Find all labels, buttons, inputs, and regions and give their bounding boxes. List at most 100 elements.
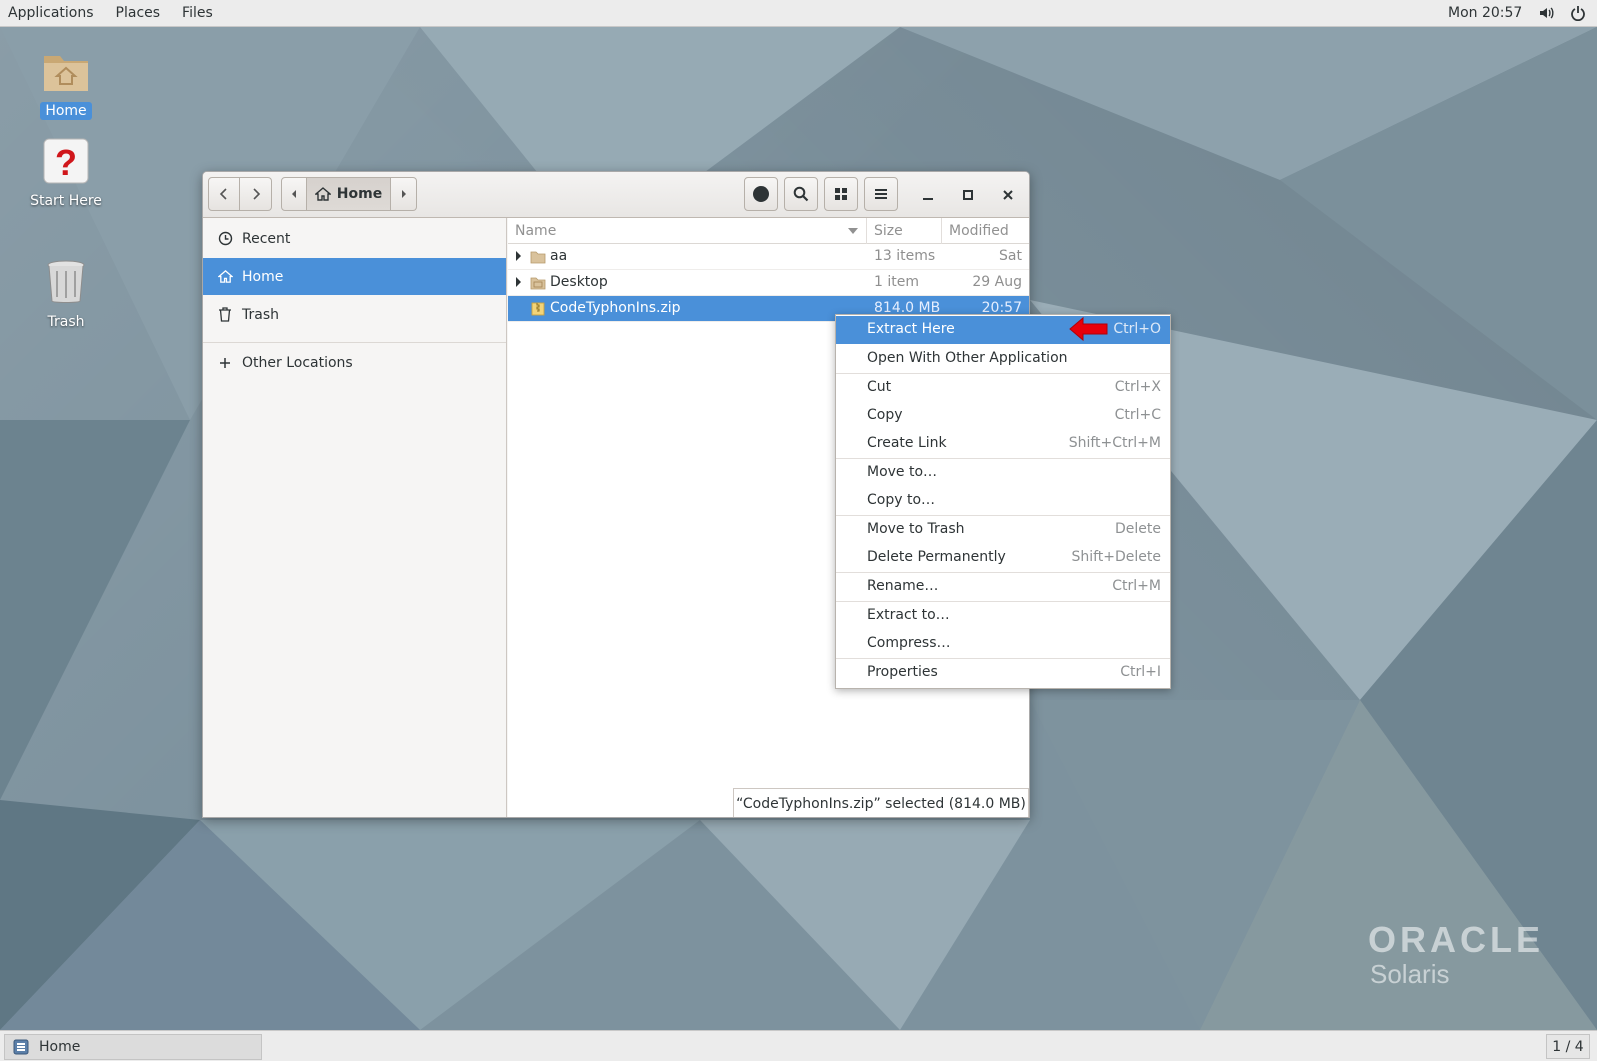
- file-row-desktop[interactable]: Desktop 1 item 29 Aug: [508, 270, 1029, 296]
- plus-icon: [220, 357, 230, 368]
- forward-button[interactable]: [240, 177, 272, 211]
- menu-item-move-to-trash[interactable]: Move to Trash Delete: [836, 516, 1170, 544]
- menu-item-label: Extract to…: [867, 607, 950, 623]
- volume-icon[interactable]: [1538, 5, 1554, 21]
- menu-item-delete-permanently[interactable]: Delete Permanently Shift+Delete: [836, 544, 1170, 572]
- desktop-folder-icon: [530, 277, 546, 290]
- desktop-icon-start-here[interactable]: ? Start Here: [16, 138, 116, 210]
- home-icon: [314, 187, 331, 201]
- trash-icon: [219, 307, 231, 322]
- menu-item-extract-to[interactable]: Extract to…: [836, 602, 1170, 630]
- chevron-right-icon: [252, 188, 260, 200]
- chevron-left-icon: [219, 188, 227, 200]
- places-sidebar: Recent Home Trash Other Locations: [203, 218, 507, 817]
- context-menu: Extract Here Ctrl+O Open With Other Appl…: [835, 314, 1171, 689]
- grid-view-button[interactable]: [824, 177, 858, 211]
- files-menu[interactable]: Files: [174, 5, 221, 21]
- search-button[interactable]: [784, 177, 818, 211]
- record-icon: [753, 186, 769, 202]
- expander-icon[interactable]: [516, 277, 521, 287]
- logo-line-1: ORACLE: [1368, 919, 1544, 960]
- menu-item-copy[interactable]: Copy Ctrl+C: [836, 402, 1170, 430]
- menu-item-move-to[interactable]: Move to…: [836, 459, 1170, 487]
- column-header-name-label: Name: [515, 223, 557, 239]
- maximize-button[interactable]: [951, 178, 985, 212]
- logo-line-2: Solaris: [1370, 959, 1450, 989]
- sidebar-item-other-locations[interactable]: Other Locations: [203, 344, 506, 381]
- menu-item-properties[interactable]: Properties Ctrl+I: [836, 659, 1170, 687]
- menu-item-rename[interactable]: Rename… Ctrl+M: [836, 573, 1170, 601]
- menu-item-label: Create Link: [867, 435, 947, 451]
- desktop-icon-label: Trash: [47, 314, 85, 330]
- sidebar-item-home[interactable]: Home: [203, 258, 506, 295]
- maximize-icon: [963, 190, 973, 200]
- menu-item-label: Cut: [867, 379, 892, 395]
- file-size: 13 items: [874, 248, 936, 264]
- sidebar-item-recent[interactable]: Recent: [203, 220, 506, 257]
- menu-item-label: Rename…: [867, 578, 939, 594]
- help-icon: ?: [43, 138, 89, 184]
- oracle-solaris-logo: ORACLE Solaris: [1368, 919, 1544, 990]
- menu-item-compress[interactable]: Compress…: [836, 630, 1170, 658]
- menu-item-shortcut: Ctrl+X: [1114, 379, 1161, 395]
- column-header-modified-label: Modified: [949, 223, 1009, 239]
- sort-descending-icon: [848, 228, 858, 234]
- menu-item-label: Open With Other Application: [867, 350, 1068, 366]
- applications-menu[interactable]: Applications: [0, 5, 102, 21]
- file-row-aa[interactable]: aa 13 items Sat: [508, 244, 1029, 270]
- path-scroll-left-button[interactable]: [281, 177, 307, 211]
- file-modified: 29 Aug: [972, 274, 1022, 290]
- file-name: Desktop: [550, 274, 608, 290]
- menu-item-shortcut: Ctrl+C: [1114, 407, 1161, 423]
- desktop-icon-home[interactable]: Home: [16, 48, 116, 120]
- menu-item-cut[interactable]: Cut Ctrl+X: [836, 374, 1170, 402]
- clock[interactable]: Mon 20:57: [1448, 5, 1522, 21]
- menu-button[interactable]: [864, 177, 898, 211]
- taskbar-item-home[interactable]: Home: [4, 1034, 262, 1060]
- close-icon: [1003, 190, 1013, 200]
- path-home-button[interactable]: Home: [307, 177, 391, 211]
- places-menu[interactable]: Places: [108, 5, 169, 21]
- menu-item-label: Delete Permanently: [867, 549, 1006, 565]
- close-button[interactable]: [991, 178, 1025, 212]
- column-header-name[interactable]: Name: [508, 218, 867, 244]
- menu-item-label: Copy to…: [867, 492, 936, 508]
- file-manager-icon: [13, 1039, 29, 1055]
- home-icon: [217, 270, 233, 283]
- menu-item-shortcut: Ctrl+O: [1113, 321, 1161, 337]
- menu-item-label: Compress…: [867, 635, 951, 651]
- menu-item-shortcut: Ctrl+M: [1112, 578, 1161, 594]
- menu-item-extract-here[interactable]: Extract Here Ctrl+O: [836, 316, 1170, 344]
- sidebar-item-label: Trash: [242, 306, 279, 323]
- desktop-icon-label: Home: [40, 102, 92, 120]
- svg-text:?: ?: [55, 142, 77, 183]
- menu-item-shortcut: Delete: [1115, 521, 1161, 537]
- menu-item-label: Move to Trash: [867, 521, 965, 537]
- grid-icon: [835, 188, 847, 200]
- menu-item-open-with-other-application[interactable]: Open With Other Application: [836, 345, 1170, 373]
- menu-item-label: Copy: [867, 407, 903, 423]
- sidebar-item-trash[interactable]: Trash: [203, 296, 506, 333]
- menu-item-create-link[interactable]: Create Link Shift+Ctrl+M: [836, 430, 1170, 458]
- sidebar-item-label: Recent: [242, 230, 291, 247]
- power-icon[interactable]: [1570, 5, 1586, 21]
- file-modified: Sat: [999, 248, 1022, 264]
- record-button[interactable]: [744, 177, 778, 211]
- desktop-icon-label: Start Here: [30, 193, 102, 209]
- red-arrow-annotation-icon: [1069, 316, 1108, 342]
- back-button[interactable]: [208, 177, 240, 211]
- expander-icon[interactable]: [516, 251, 521, 261]
- menu-item-label: Move to…: [867, 464, 938, 480]
- minimize-icon: [923, 198, 933, 200]
- desktop-icon-trash[interactable]: Trash: [16, 259, 116, 331]
- file-name: CodeTyphonIns.zip: [550, 300, 681, 316]
- menu-item-copy-to[interactable]: Copy to…: [836, 487, 1170, 515]
- menu-item-label: Properties: [867, 664, 938, 680]
- minimize-button[interactable]: [911, 178, 945, 212]
- menu-item-label: Extract Here: [867, 321, 955, 337]
- path-scroll-right-button[interactable]: [391, 177, 417, 211]
- column-header-modified[interactable]: Modified: [942, 218, 1029, 244]
- workspace-switcher[interactable]: 1 / 4: [1546, 1034, 1590, 1059]
- menu-item-shortcut: Ctrl+I: [1120, 664, 1161, 680]
- column-header-size[interactable]: Size: [867, 218, 942, 244]
